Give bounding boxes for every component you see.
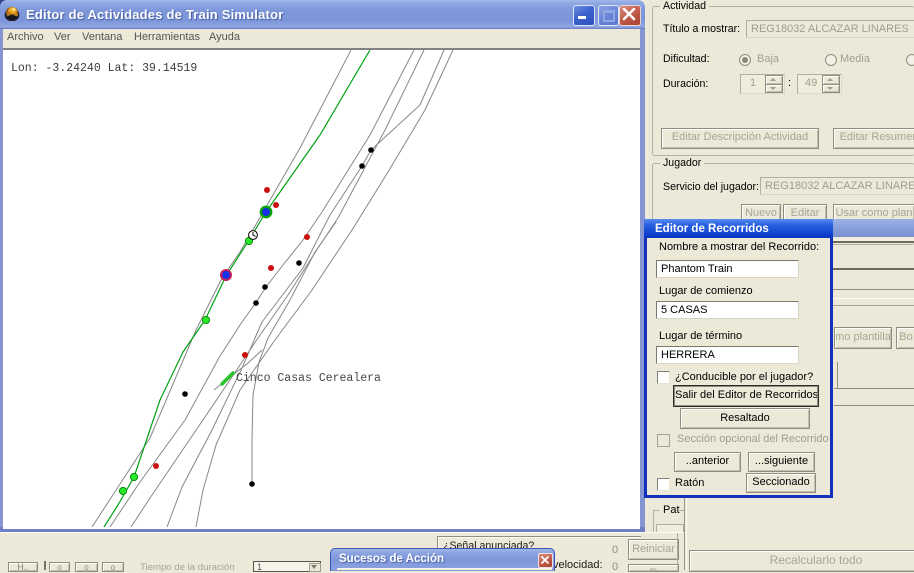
- svg-text:Cinco Casas Cerealera: Cinco Casas Cerealera: [236, 372, 381, 385]
